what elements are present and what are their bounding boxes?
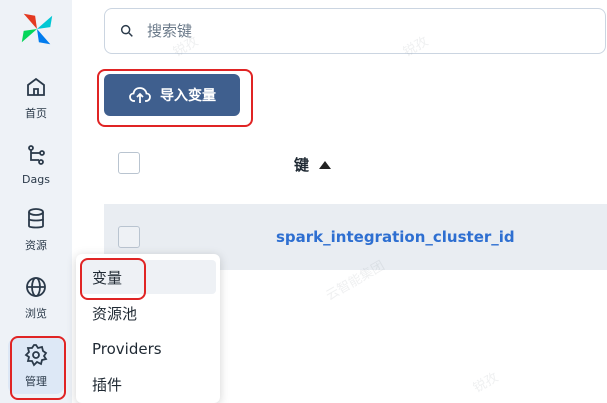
import-variables-label: 导入变量 xyxy=(160,88,216,104)
airflow-logo-icon[interactable] xyxy=(18,10,56,48)
sidebar-item-label: 浏览 xyxy=(25,307,47,320)
sidebar-item-browse[interactable]: 浏览 xyxy=(8,270,64,326)
dag-icon xyxy=(28,144,45,165)
menu-item-label: 资源池 xyxy=(92,304,138,323)
menu-item-label: 变量 xyxy=(92,268,123,287)
sidebar-item-label: 资源 xyxy=(25,239,47,252)
table-header: 键 xyxy=(104,140,607,186)
sidebar-item-resources[interactable]: 资源 xyxy=(8,202,64,258)
column-header-label: 键 xyxy=(294,156,310,174)
variable-key-link[interactable]: spark_integration_cluster_id xyxy=(276,228,515,246)
gear-icon xyxy=(24,344,48,367)
sidebar-item-admin[interactable]: 管理 xyxy=(8,338,64,394)
menu-item-label: Providers xyxy=(92,340,162,358)
sort-ascending-icon xyxy=(319,160,332,169)
menu-item-plugins[interactable]: 插件 xyxy=(80,367,216,401)
row-checkbox[interactable] xyxy=(118,226,140,248)
home-icon xyxy=(27,77,45,96)
globe-icon xyxy=(26,277,46,297)
cloud-upload-icon xyxy=(129,87,151,103)
database-icon xyxy=(28,208,44,229)
menu-item-label: 插件 xyxy=(92,375,123,394)
sidebar-item-home[interactable]: 首页 xyxy=(8,70,64,126)
search-input[interactable] xyxy=(145,21,569,41)
sidebar-item-label: 管理 xyxy=(25,375,47,388)
search-field[interactable] xyxy=(104,8,606,54)
sidebar-item-dags[interactable]: Dags xyxy=(8,136,64,192)
watermark-text: 锐孜 xyxy=(470,370,502,397)
search-icon xyxy=(120,24,133,37)
select-all-checkbox[interactable] xyxy=(118,152,140,174)
sidebar: 首页 Dags 资源 浏览 管理 xyxy=(0,0,73,403)
column-header-key[interactable]: 键 xyxy=(294,154,332,175)
menu-item-providers[interactable]: Providers xyxy=(80,332,216,366)
import-variables-button[interactable]: 导入变量 xyxy=(104,74,240,116)
sidebar-item-label: Dags xyxy=(22,172,50,186)
menu-item-variables[interactable]: 变量 xyxy=(80,260,216,294)
sidebar-item-label: 首页 xyxy=(25,107,47,120)
menu-item-pools[interactable]: 资源池 xyxy=(80,296,216,330)
admin-menu-popup: 变量 资源池 Providers 插件 xyxy=(76,254,220,403)
